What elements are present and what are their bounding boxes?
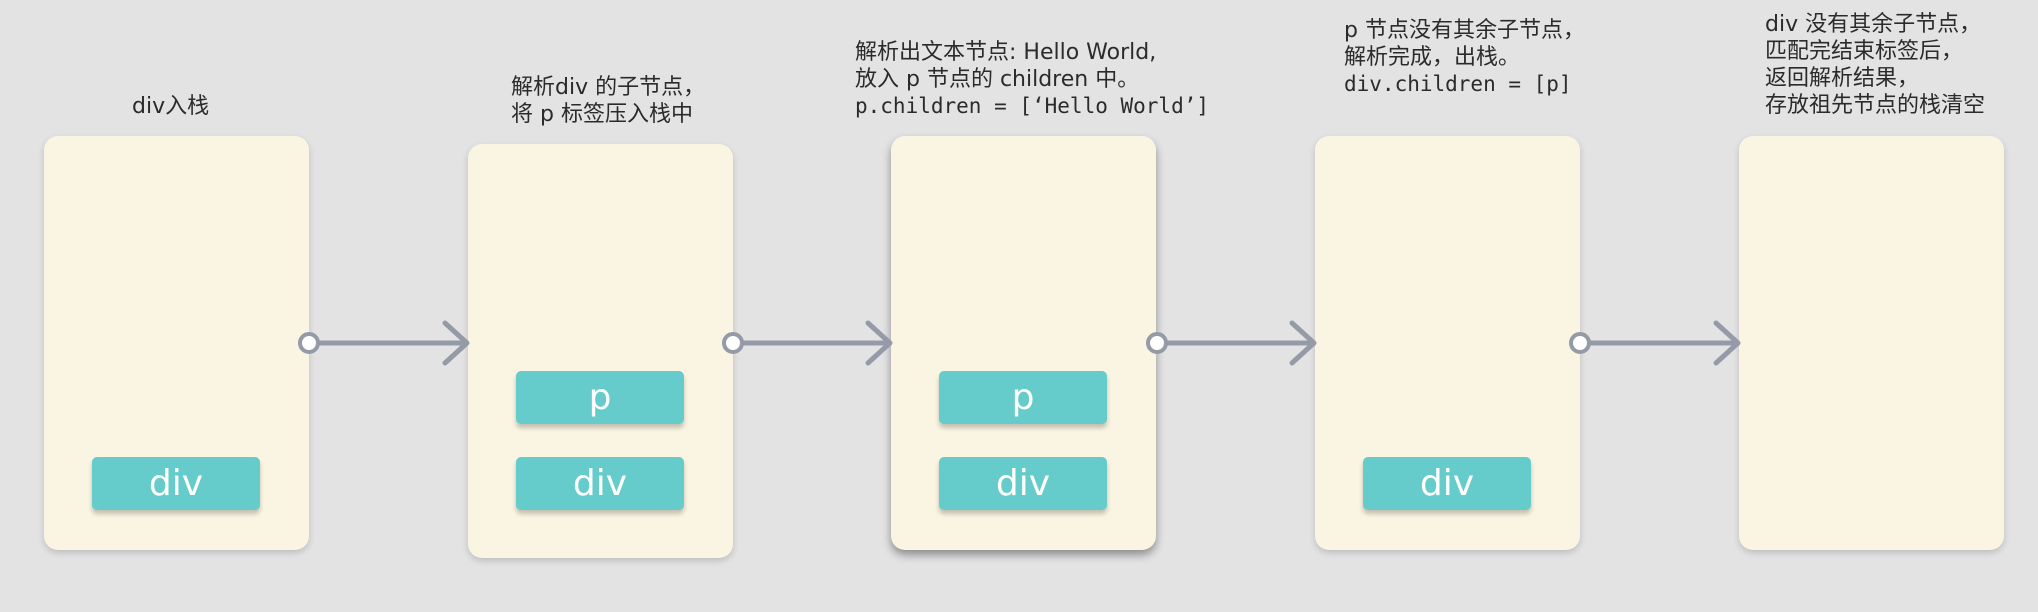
arrow-4-to-5 — [1569, 320, 1741, 366]
arrow-2-to-3 — [722, 320, 893, 366]
stage-connectors — [298, 320, 1741, 366]
arrow-3-to-4 — [1146, 320, 1317, 366]
arrow-1-to-2 — [298, 320, 470, 366]
